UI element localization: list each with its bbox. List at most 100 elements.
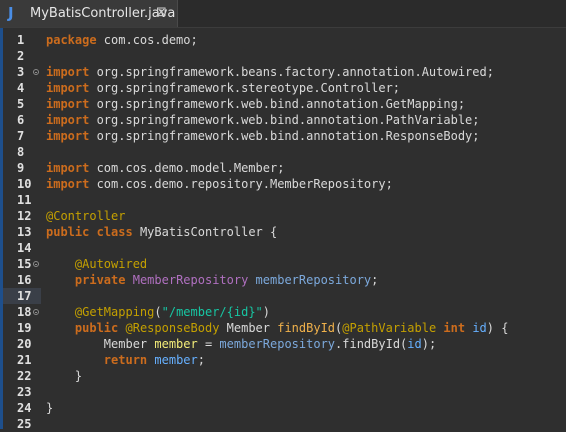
code-token: private (74, 273, 126, 287)
code-text: package com.cos.demo; (46, 32, 198, 48)
java-file-icon: J (8, 4, 14, 22)
line-gutter[interactable]: 3 (3, 64, 41, 80)
code-line[interactable]: 24} (3, 400, 566, 416)
code-line[interactable]: 6 import org.springframework.web.bind.ann… (3, 112, 566, 128)
code-token: findById (277, 321, 336, 335)
code-line[interactable]: 20 Member member = memberRepository.find… (3, 336, 566, 352)
line-gutter[interactable]: 10 (3, 176, 41, 192)
line-gutter[interactable]: 19 (3, 320, 41, 336)
code-token: Member (219, 321, 278, 335)
line-gutter[interactable]: 16 (3, 272, 41, 288)
code-text: @Controller (46, 208, 125, 224)
code-token: member (154, 353, 198, 367)
line-gutter[interactable]: 21 (3, 352, 41, 368)
line-gutter[interactable]: 4 (3, 80, 41, 96)
code-text: @GetMapping("/member/{id}") (46, 304, 270, 320)
code-line[interactable]: 9 import com.cos.demo.model.Member; (3, 160, 566, 176)
code-text: import com.cos.demo.model.Member; (46, 160, 284, 176)
code-line[interactable]: 19 public @ResponseBody Member findById(… (3, 320, 566, 336)
line-number: 12 (17, 209, 32, 223)
close-icon[interactable]: ⊠ (156, 4, 170, 20)
code-text: import com.cos.demo.repository.MemberRep… (46, 176, 393, 192)
code-line[interactable]: 8 (3, 144, 566, 160)
code-token: com.cos.demo.repository.MemberRepository… (89, 177, 393, 191)
code-editor[interactable]: 1 package com.cos.demo; 2 3 import org.sprin… (0, 28, 566, 432)
code-token: memberRepository (255, 273, 372, 287)
line-number: 17 (17, 289, 32, 303)
code-token: .findById( (335, 337, 408, 351)
code-line[interactable]: 25 (3, 416, 566, 432)
code-line[interactable]: 1 package com.cos.demo; (3, 32, 566, 48)
line-number: 23 (17, 385, 32, 399)
line-gutter[interactable]: 14 (3, 240, 41, 256)
line-number: 25 (17, 417, 32, 431)
code-line[interactable]: 18 @GetMapping("/member/{id}") (3, 304, 566, 320)
code-line[interactable]: 16 private MemberRepository memberReposi… (3, 272, 566, 288)
line-number: 9 (17, 161, 25, 175)
code-line[interactable]: 14 (3, 240, 566, 256)
tab-mybatis-controller[interactable]: J MyBatisController.java ⊠ (0, 0, 178, 27)
code-token: MemberRepository (132, 273, 249, 287)
code-token: public (74, 321, 119, 335)
code-line[interactable]: 21 return member; (3, 352, 566, 368)
line-gutter[interactable]: 13 (3, 224, 41, 240)
line-gutter[interactable]: 5 (3, 96, 41, 112)
line-gutter[interactable]: 22 (3, 368, 41, 384)
code-token: return (103, 353, 148, 367)
code-text: import org.springframework.stereotype.Co… (46, 80, 400, 96)
code-token: import (46, 161, 90, 175)
code-text: } (46, 400, 53, 416)
code-line[interactable]: 2 (3, 48, 566, 64)
code-line[interactable]: 17 (3, 288, 566, 304)
line-gutter[interactable]: 20 (3, 336, 41, 352)
code-token: Member (46, 337, 155, 351)
code-line[interactable]: 4 import org.springframework.stereotype.C… (3, 80, 566, 96)
line-gutter[interactable]: 25 (3, 416, 41, 432)
code-line[interactable]: 22 } (3, 368, 566, 384)
code-token: import (46, 129, 90, 143)
code-token: import (46, 113, 90, 127)
code-token: org.springframework.beans.factory.annota… (89, 65, 494, 79)
line-gutter[interactable]: 9 (3, 160, 41, 176)
code-line[interactable]: 12 @Controller (3, 208, 566, 224)
line-gutter[interactable]: 2 (3, 48, 41, 64)
line-gutter[interactable]: 18 (3, 304, 41, 320)
line-gutter[interactable]: 7 (3, 128, 41, 144)
line-number: 13 (17, 225, 32, 239)
line-gutter[interactable]: 8 (3, 144, 41, 160)
code-text: import org.springframework.web.bind.anno… (46, 96, 465, 112)
line-gutter[interactable]: 15 (3, 256, 41, 272)
line-number: 24 (17, 401, 32, 415)
code-token: import (46, 65, 90, 79)
code-line[interactable]: 15 @Autowired (3, 256, 566, 272)
code-token: org.springframework.web.bind.annotation.… (89, 129, 480, 143)
fold-collapse-icon[interactable] (33, 69, 39, 75)
line-gutter[interactable]: 1 (3, 32, 41, 48)
code-text: Member member = memberRepository.findByI… (46, 336, 436, 352)
code-line[interactable]: 5 import org.springframework.web.bind.ann… (3, 96, 566, 112)
code-line[interactable]: 10 import com.cos.demo.repository.MemberR… (3, 176, 566, 192)
code-token: memberRepository (219, 337, 336, 351)
code-line[interactable]: 7 import org.springframework.web.bind.ann… (3, 128, 566, 144)
line-number: 8 (17, 145, 25, 159)
code-text: @Autowired (46, 256, 147, 272)
line-gutter[interactable]: 6 (3, 112, 41, 128)
code-line[interactable]: 13 public class MyBatisController { (3, 224, 566, 240)
line-gutter[interactable]: 17 (3, 288, 41, 304)
fold-collapse-icon[interactable] (33, 261, 39, 267)
line-gutter[interactable]: 24 (3, 400, 41, 416)
code-line[interactable]: 3 import org.springframework.beans.factor… (3, 64, 566, 80)
code-line[interactable]: 11 (3, 192, 566, 208)
line-number: 10 (17, 177, 32, 191)
line-gutter[interactable]: 12 (3, 208, 41, 224)
code-token: ; (197, 353, 205, 367)
code-token: ) { (486, 321, 509, 335)
line-gutter[interactable]: 23 (3, 384, 41, 400)
line-number: 19 (17, 321, 32, 335)
code-token: "/member/{id}" (161, 305, 263, 319)
line-gutter[interactable]: 11 (3, 192, 41, 208)
code-line[interactable]: 23 (3, 384, 566, 400)
fold-collapse-icon[interactable] (33, 309, 39, 315)
